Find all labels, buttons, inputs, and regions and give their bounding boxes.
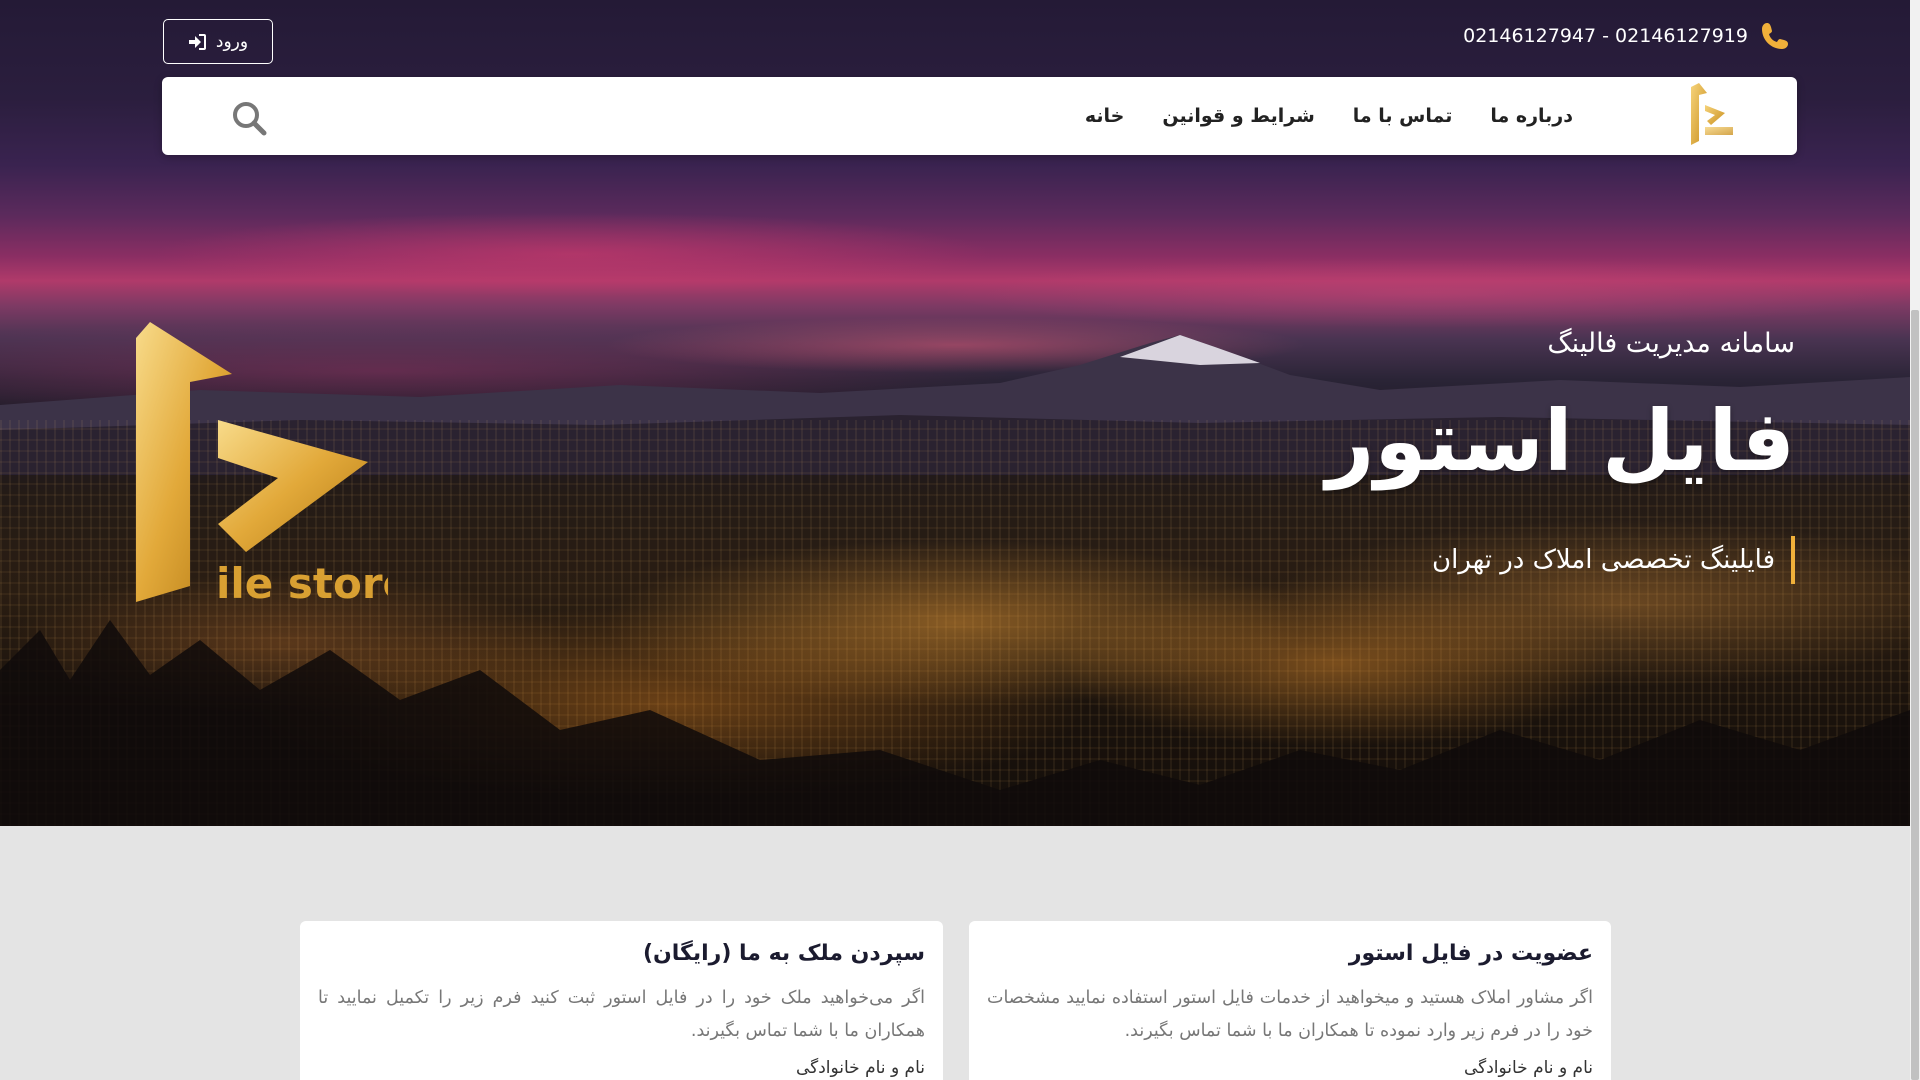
file-store-logo: ile store bbox=[136, 322, 388, 608]
membership-name-label: نام و نام خانوادگی bbox=[1463, 1058, 1593, 1078]
logo-text: ile store bbox=[216, 559, 388, 608]
nav-home[interactable]: خانه bbox=[1085, 105, 1124, 127]
phone-numbers: 02146127947 - 02146127919 bbox=[1463, 25, 1748, 47]
phone-icon bbox=[1762, 23, 1788, 49]
nav-about[interactable]: درباره ما bbox=[1490, 105, 1573, 127]
membership-title: عضویت در فایل استور bbox=[1348, 941, 1593, 966]
sign-in-icon bbox=[188, 33, 206, 50]
login-label: ورود bbox=[215, 31, 249, 52]
phone-contact: 02146127947 - 02146127919 bbox=[1463, 14, 1790, 58]
search-icon[interactable] bbox=[230, 99, 268, 137]
hero-subtitle: سامانه مدیریت فالینگ bbox=[1547, 328, 1795, 359]
nav-terms[interactable]: شرایط و قوانین bbox=[1162, 105, 1314, 127]
scrollbar-thumb[interactable] bbox=[1911, 310, 1919, 1080]
listing-title: سپردن ملک به ما (رایگان) bbox=[642, 941, 925, 966]
listing-card: سپردن ملک به ما (رایگان) اگر می‌خواهید م… bbox=[300, 921, 943, 1080]
tree-silhouette bbox=[0, 620, 1910, 826]
listing-description: اگر می‌خواهید ملک خود را در فایل استور ث… bbox=[318, 988, 925, 1041]
file-store-logo-small[interactable] bbox=[1685, 83, 1741, 147]
membership-description: اگر مشاور املاک هستید و میخواهید از خدما… bbox=[987, 988, 1593, 1041]
hero-title: فایل استور bbox=[1325, 392, 1795, 490]
nav-contact[interactable]: تماس با ما bbox=[1353, 105, 1453, 127]
hero-tagline: فایلینگ تخصصی املاک در تهران bbox=[1432, 536, 1795, 584]
nav-links: خانه شرایط و قوانین تماس با ما درباره ما bbox=[1085, 77, 1573, 155]
main-navbar: خانه شرایط و قوانین تماس با ما درباره ما bbox=[162, 77, 1797, 155]
page-scrollbar[interactable] bbox=[1910, 0, 1920, 1080]
membership-card: عضویت در فایل استور اگر مشاور املاک هستی… bbox=[969, 921, 1611, 1080]
listing-name-label: نام و نام خانوادگی bbox=[795, 1058, 925, 1078]
login-button[interactable]: ورود bbox=[163, 19, 273, 64]
